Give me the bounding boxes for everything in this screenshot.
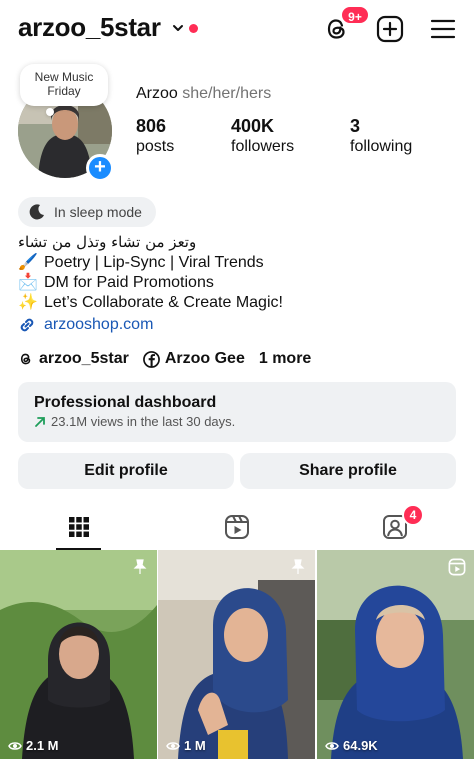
- posts-label: posts: [136, 138, 175, 155]
- grid-icon: [69, 517, 89, 537]
- eye-icon: [325, 741, 339, 750]
- sparkles-icon: ✨: [18, 294, 38, 311]
- following-stat[interactable]: 3 following: [350, 116, 412, 156]
- notifications-badge: 9+: [340, 5, 370, 25]
- dashboard-title: Professional dashboard: [34, 394, 217, 411]
- bio-line: ✨ Let’s Collaborate & Create Magic!: [18, 292, 283, 312]
- share-profile-button[interactable]: Share profile: [240, 453, 456, 489]
- posts-grid: 2.1 M 1 M 64.9K: [0, 550, 474, 759]
- note-bubble-tail: [46, 108, 54, 116]
- view-count: 1 M: [166, 738, 206, 753]
- post-thumbnail[interactable]: 2.1 M: [0, 550, 157, 759]
- posts-count: 806: [136, 116, 167, 136]
- social-links: arzoo_5star Arzoo Gee 1 more: [18, 348, 325, 370]
- facebook-icon: [142, 350, 160, 368]
- view-count: 2.1 M: [8, 738, 59, 753]
- bio-line-arabic: وتعز من تشاء وتذل من تشاء: [18, 233, 196, 251]
- dashboard-subtitle: 23.1M views in the last 30 days.: [34, 414, 440, 429]
- pin-icon: [291, 559, 305, 574]
- view-count: 64.9K: [325, 738, 378, 753]
- bio-text: Poetry | Lip-Sync | Viral Trends: [44, 254, 264, 271]
- reel-icon: [448, 558, 466, 576]
- link-text: arzooshop.com: [44, 316, 154, 333]
- followers-stat[interactable]: 400K followers: [231, 116, 294, 156]
- professional-dashboard[interactable]: Professional dashboard 23.1M views in th…: [18, 382, 456, 442]
- profile-link[interactable]: arzooshop.com: [18, 316, 153, 334]
- eye-icon: [166, 741, 180, 750]
- view-count-text: 64.9K: [343, 738, 378, 753]
- chevron-down-icon[interactable]: [172, 22, 184, 34]
- posts-stat[interactable]: 806 posts: [136, 116, 174, 156]
- followers-label: followers: [231, 138, 295, 155]
- eye-icon: [8, 741, 22, 750]
- post-image: [317, 550, 474, 759]
- create-post-icon[interactable]: [375, 14, 405, 44]
- add-story-button[interactable]: +: [86, 154, 114, 182]
- following-count: 3: [350, 116, 361, 136]
- tab-tagged[interactable]: [316, 504, 474, 550]
- post-thumbnail[interactable]: 64.9K: [317, 550, 474, 759]
- pin-icon: [133, 559, 147, 574]
- top-bar: arzoo_5star 9+: [0, 0, 474, 58]
- view-count-text: 1 M: [184, 738, 206, 753]
- display-name: Arzoo she/her/hers: [136, 85, 271, 103]
- envelope-icon: 📩: [18, 274, 38, 291]
- view-count-text: 2.1 M: [26, 738, 59, 753]
- tab-reels[interactable]: [158, 504, 316, 550]
- more-links[interactable]: 1 more: [259, 350, 311, 368]
- link-icon: [20, 318, 34, 332]
- trend-arrow-icon: [35, 416, 45, 427]
- username-switcher[interactable]: arzoo_5star: [18, 12, 161, 43]
- dashboard-views-text: 23.1M views in the last 30 days.: [51, 414, 236, 429]
- hamburger-menu-icon[interactable]: [430, 16, 456, 42]
- post-thumbnail[interactable]: 1 M: [158, 550, 315, 759]
- threads-icon: [20, 353, 31, 365]
- pronouns: she/her/hers: [182, 85, 272, 102]
- bio-text: DM for Paid Promotions: [44, 274, 214, 291]
- paintbrush-icon: 🖌️: [18, 254, 38, 271]
- edit-profile-button[interactable]: Edit profile: [18, 453, 234, 489]
- threads-link[interactable]: arzoo_5star: [18, 350, 129, 368]
- reels-icon: [225, 515, 249, 539]
- post-image: [158, 550, 315, 759]
- bio-line: 📩 DM for Paid Promotions: [18, 272, 214, 292]
- facebook-name: Arzoo Gee: [164, 350, 245, 367]
- post-image: [0, 550, 157, 759]
- unread-dot: [189, 24, 198, 33]
- facebook-link[interactable]: Arzoo Gee: [142, 350, 245, 368]
- profile-name: Arzoo: [136, 85, 178, 102]
- bio-line: 🖌️ Poetry | Lip-Sync | Viral Trends: [18, 252, 264, 272]
- following-label: following: [350, 138, 413, 155]
- followers-count: 400K: [231, 116, 275, 136]
- tagged-badge: 4: [402, 504, 424, 526]
- bio-text: وتعز من تشاء وتذل من تشاء: [18, 233, 197, 251]
- status-text: In sleep mode: [54, 204, 142, 220]
- bio-text: Let’s Collaborate & Create Magic!: [44, 294, 283, 311]
- threads-handle: arzoo_5star: [39, 350, 129, 367]
- note-bubble[interactable]: New Music Friday: [20, 64, 108, 106]
- status-pill[interactable]: In sleep mode: [18, 197, 156, 227]
- moon-icon: [29, 204, 44, 220]
- tab-posts-grid[interactable]: [0, 504, 158, 550]
